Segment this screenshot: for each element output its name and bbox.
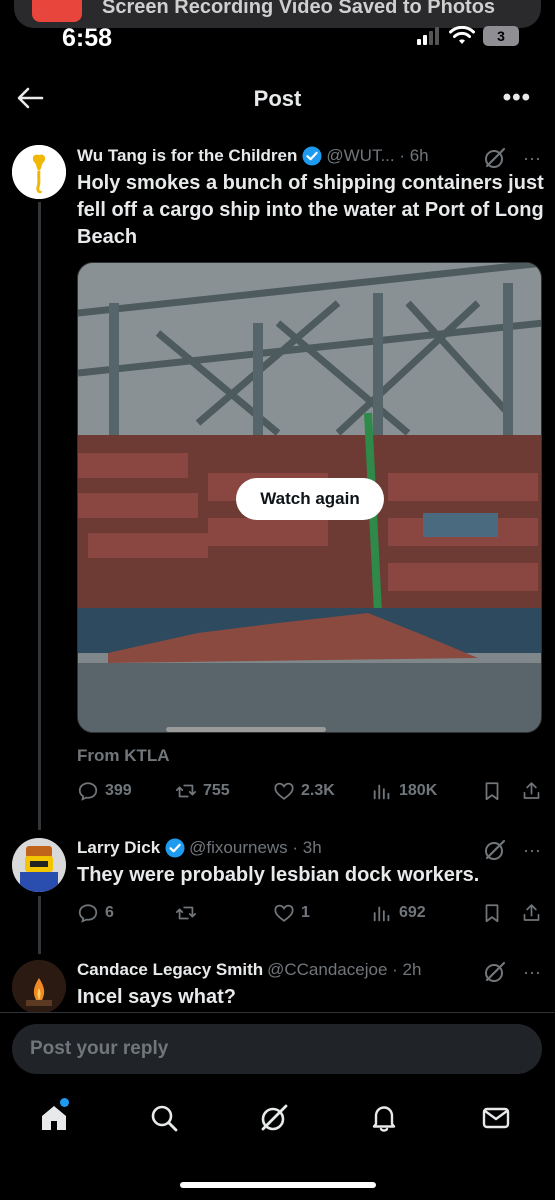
views-icon xyxy=(373,784,390,800)
tab-search[interactable] xyxy=(148,1102,188,1142)
verified-icon xyxy=(302,146,322,166)
repost-icon xyxy=(175,784,197,798)
reply-more-icon[interactable]: ··· xyxy=(523,840,541,861)
share-action[interactable] xyxy=(521,902,542,924)
share-action[interactable] xyxy=(521,780,542,802)
reply-action[interactable]: 6 xyxy=(77,902,175,924)
video-progress-bar[interactable] xyxy=(166,727,326,732)
bottom-tab-bar xyxy=(0,1088,555,1200)
thread-line xyxy=(38,202,41,830)
post-more-icon[interactable]: ··· xyxy=(523,148,541,169)
tab-home[interactable] xyxy=(38,1098,78,1142)
reply-actions: 6 1 692 xyxy=(77,902,542,924)
like-icon xyxy=(274,782,294,800)
views-action[interactable]: 692 xyxy=(371,902,481,924)
reply-icon xyxy=(78,782,98,801)
avatar[interactable] xyxy=(12,145,66,199)
tab-messages[interactable] xyxy=(480,1102,520,1142)
reply-meta-icons: ··· xyxy=(483,838,541,862)
more-options-icon[interactable]: ••• xyxy=(503,84,531,112)
reply-meta: Candace Legacy Smith @CCandacejoe · 2h xyxy=(77,960,421,980)
like-action[interactable]: 2.3K xyxy=(273,780,371,802)
watch-again-button[interactable]: Watch again xyxy=(236,478,384,520)
repost-action[interactable] xyxy=(175,902,273,924)
like-icon xyxy=(274,904,294,922)
author-name[interactable]: Wu Tang is for the Children xyxy=(77,146,297,166)
author-name[interactable]: Larry Dick xyxy=(77,838,160,858)
repost-count: 755 xyxy=(203,782,230,799)
messages-icon xyxy=(482,1107,510,1129)
avatar[interactable] xyxy=(12,838,66,892)
post-meta-icons: ··· xyxy=(483,146,541,170)
cellular-signal-icon xyxy=(417,27,439,45)
tab-grok[interactable] xyxy=(258,1102,298,1142)
post-header: Post ••• xyxy=(0,70,555,128)
post-actions: 399 755 2.3K 180K xyxy=(77,780,542,802)
share-icon xyxy=(523,782,540,799)
reply-input[interactable] xyxy=(12,1024,542,1074)
author-handle[interactable]: @WUT... · 6h xyxy=(326,146,428,166)
reply-meta-icons: ··· xyxy=(483,960,541,984)
page-title: Post xyxy=(253,86,302,111)
like-action[interactable]: 1 xyxy=(273,902,371,924)
reply-text: They were probably lesbian dock workers. xyxy=(77,864,480,886)
grok-icon[interactable] xyxy=(483,146,507,170)
bookmark-icon xyxy=(485,904,499,923)
bookmark-action[interactable] xyxy=(481,780,521,802)
status-time: 6:58 xyxy=(62,24,113,52)
avatar-image xyxy=(12,960,66,1014)
reply-count: 6 xyxy=(105,904,114,921)
grok-icon[interactable] xyxy=(483,960,507,984)
reply-action[interactable]: 399 xyxy=(77,780,175,802)
avatar-image xyxy=(12,838,66,892)
reply-icon xyxy=(78,904,98,923)
tab-notifications[interactable] xyxy=(368,1102,408,1142)
like-count: 2.3K xyxy=(301,782,335,799)
grok-tab-icon xyxy=(261,1104,288,1131)
avatar[interactable] xyxy=(12,960,66,1014)
like-count: 1 xyxy=(301,904,310,921)
views-icon xyxy=(373,906,390,922)
post-meta: Wu Tang is for the Children @WUT... · 6h xyxy=(77,146,429,166)
author-name[interactable]: Candace Legacy Smith xyxy=(77,960,263,980)
views-count: 692 xyxy=(399,904,426,921)
video-media[interactable]: Watch again xyxy=(77,262,542,733)
wifi-icon xyxy=(449,26,475,44)
verified-icon xyxy=(165,838,185,858)
status-indicators: 3 xyxy=(417,26,519,46)
author-handle[interactable]: @fixournews · 3h xyxy=(189,838,322,858)
reply-text: Incel says what? xyxy=(77,986,236,1008)
bookmark-icon xyxy=(485,782,499,801)
avatar-image xyxy=(12,145,66,199)
author-handle[interactable]: @CCandacejoe · 2h xyxy=(267,960,421,980)
search-icon xyxy=(151,1105,178,1132)
bookmark-action[interactable] xyxy=(481,902,521,924)
thread-line xyxy=(38,896,41,954)
repost-action[interactable]: 755 xyxy=(175,780,273,802)
grok-icon[interactable] xyxy=(483,838,507,862)
post-text: Holy smokes a bunch of shipping containe… xyxy=(77,172,544,248)
reply-composer xyxy=(0,1012,555,1087)
share-icon xyxy=(523,904,540,921)
reply-count: 399 xyxy=(105,782,132,799)
repost-icon xyxy=(175,906,197,920)
views-action[interactable]: 180K xyxy=(371,780,481,802)
notifications-icon xyxy=(372,1106,396,1132)
views-count: 180K xyxy=(399,782,438,799)
home-indicator[interactable] xyxy=(180,1182,376,1188)
notification-dot xyxy=(60,1098,69,1107)
reply-more-icon[interactable]: ··· xyxy=(523,962,541,983)
reply-meta: Larry Dick @fixournews · 3h xyxy=(77,838,322,858)
status-bar: 6:58 3 xyxy=(0,0,555,70)
battery-indicator: 3 xyxy=(483,26,519,46)
media-source[interactable]: From KTLA xyxy=(77,746,170,766)
